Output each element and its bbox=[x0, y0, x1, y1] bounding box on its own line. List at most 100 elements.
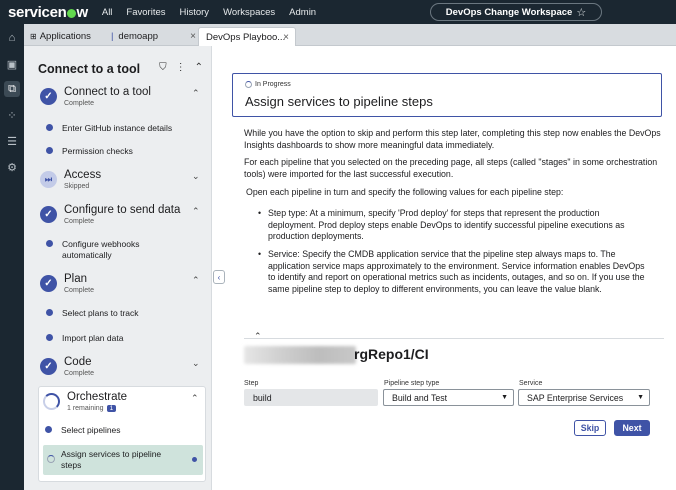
close-tab-applications-icon[interactable]: × bbox=[190, 31, 196, 42]
check-icon: ✓ bbox=[40, 88, 57, 105]
check-icon: ✓ bbox=[40, 275, 57, 292]
pipeline-step-type-value: Build and Test bbox=[392, 392, 448, 403]
in-progress-ring-icon bbox=[43, 393, 60, 410]
workspace-title: DevOps Change Workspace bbox=[445, 6, 573, 18]
tab-applications[interactable]: ⊞ Applications | demoapp × bbox=[28, 27, 202, 46]
check-icon: ✓ bbox=[40, 358, 57, 375]
service-label: Service bbox=[519, 380, 543, 387]
status-line: In Progress bbox=[245, 81, 291, 88]
collapse-all-icon[interactable]: ⌃ bbox=[195, 62, 203, 73]
servicenow-logo[interactable]: servicen w bbox=[8, 4, 88, 21]
substep-label: Configure webhooks automatically bbox=[62, 239, 140, 260]
orchestrate-card: Orchestrate 1 remaining 1 ⌃ Select pipeli… bbox=[38, 386, 206, 482]
logo-text-part-2: w bbox=[76, 3, 88, 21]
intro-paragraph: While you have the option to skip and pe… bbox=[244, 128, 661, 150]
completed-dot-icon bbox=[46, 147, 53, 154]
nav-all[interactable]: All bbox=[102, 7, 113, 18]
substep-label: Assign services to pipeline steps bbox=[61, 449, 162, 470]
completed-dot-icon bbox=[46, 124, 53, 131]
list-icon[interactable]: ☰ bbox=[4, 133, 20, 149]
logo-text-part-1: servicen bbox=[8, 3, 67, 21]
home-icon[interactable]: ⌂ bbox=[4, 30, 20, 46]
sidebar-title: Connect to a tool bbox=[38, 62, 141, 76]
remaining-badge: 1 bbox=[106, 405, 117, 412]
pipeline-step-type-select[interactable]: Build and Test ▼ bbox=[383, 389, 514, 406]
top-navigation-bar: servicen w All Favorites History Workspac… bbox=[0, 0, 676, 24]
sidebar-tools: ⛉ ⋮ ⌃ bbox=[159, 62, 203, 73]
apps-grid-icon[interactable]: ⁘ bbox=[4, 107, 20, 123]
step-status: Skipped bbox=[64, 183, 90, 190]
current-indicator-dot bbox=[192, 457, 197, 462]
step-header-card: In Progress Assign services to pipeline … bbox=[232, 73, 662, 117]
dropdown-caret-icon: ▼ bbox=[637, 394, 644, 401]
step-status: Complete bbox=[64, 370, 94, 377]
dropdown-caret-icon: ▼ bbox=[501, 394, 508, 401]
step-title: Orchestrate bbox=[67, 391, 128, 403]
playbook-sidebar: Connect to a tool ⛉ ⋮ ⌃ ✓ Connect to a t… bbox=[24, 46, 212, 490]
nav-favorites[interactable]: Favorites bbox=[126, 7, 165, 18]
service-value: SAP Enterprise Services bbox=[527, 392, 624, 403]
briefcase-icon[interactable]: ▣ bbox=[4, 56, 20, 72]
main-content: In Progress Assign services to pipeline … bbox=[226, 46, 676, 490]
instructions-paragraph: Open each pipeline in turn and specify t… bbox=[246, 187, 564, 197]
chevron-up-icon[interactable]: ⌃ bbox=[191, 393, 199, 404]
tab-grid-icon: ⊞ bbox=[30, 32, 37, 41]
chevron-down-icon[interactable]: ⌄ bbox=[192, 171, 200, 182]
step-title: Configure to send data bbox=[64, 204, 181, 216]
pipeline-step-type-label: Pipeline step type bbox=[384, 380, 440, 387]
tab-demoapp-label: demoapp bbox=[118, 31, 159, 42]
in-progress-small-icon bbox=[47, 455, 55, 463]
step-readonly-field: build bbox=[244, 389, 378, 406]
substep-assign-services-current[interactable]: Assign services to pipeline steps bbox=[43, 445, 203, 475]
skip-button[interactable]: Skip bbox=[574, 420, 606, 436]
nav-admin[interactable]: Admin bbox=[289, 7, 316, 18]
step-status: Complete bbox=[64, 218, 94, 225]
completed-dot-icon bbox=[46, 240, 53, 247]
left-icon-rail: ⌂ ▣ ⧉ ⁘ ☰ ⚙ bbox=[0, 24, 24, 490]
more-options-icon[interactable]: ⋮ bbox=[176, 62, 186, 73]
completed-dot-icon bbox=[46, 334, 53, 341]
filter-icon[interactable]: ⛉ bbox=[159, 62, 167, 73]
gear-icon[interactable]: ⚙ bbox=[4, 159, 20, 175]
tab-divider: | bbox=[110, 31, 114, 42]
logo-o-dot bbox=[66, 8, 76, 18]
in-progress-icon bbox=[245, 81, 252, 88]
pipeline-repo-name: rgRepo1/CI bbox=[354, 346, 429, 362]
step-status: Complete bbox=[64, 100, 94, 107]
close-tab-playbook-icon[interactable]: × bbox=[283, 32, 289, 43]
step-status: 1 remaining bbox=[67, 405, 104, 412]
collapse-pipeline-chevron-up-icon[interactable]: ⌃ bbox=[254, 331, 262, 342]
completed-dot-icon bbox=[46, 309, 53, 316]
substep-label: Permission checks bbox=[62, 146, 133, 156]
step-title: Plan bbox=[64, 273, 88, 285]
nav-history[interactable]: History bbox=[180, 7, 210, 18]
completed-dot-icon bbox=[45, 426, 52, 433]
star-icon[interactable]: ☆ bbox=[576, 6, 586, 19]
tab-devops-playbook[interactable]: DevOps Playboo... × bbox=[198, 27, 296, 46]
step-status-wrap: 1 remaining 1 bbox=[67, 405, 117, 412]
step-label: Step bbox=[244, 380, 259, 387]
chevron-up-icon[interactable]: ⌃ bbox=[192, 275, 200, 286]
nav-workspaces[interactable]: Workspaces bbox=[223, 7, 275, 18]
service-select[interactable]: SAP Enterprise Services ▼ bbox=[518, 389, 650, 406]
step-title: Connect to a tool bbox=[64, 86, 151, 98]
chevron-up-icon[interactable]: ⌃ bbox=[192, 88, 200, 99]
chevron-down-icon[interactable]: ⌄ bbox=[192, 358, 200, 369]
chevron-up-icon[interactable]: ⌃ bbox=[192, 206, 200, 217]
devops-icon[interactable]: ⧉ bbox=[4, 81, 20, 97]
status-text: In Progress bbox=[255, 81, 291, 88]
bullet-service: Service: Specify the CMDB application se… bbox=[258, 249, 648, 295]
bullet-step-type: Step type: At a minimum, specify 'Prod d… bbox=[258, 208, 648, 243]
collapse-sidebar-button[interactable]: ‹ bbox=[213, 270, 225, 284]
page-title: Assign services to pipeline steps bbox=[245, 94, 433, 109]
step-title: Code bbox=[64, 356, 92, 368]
workspace-pill[interactable]: DevOps Change Workspace ☆ bbox=[430, 3, 602, 21]
next-button[interactable]: Next bbox=[614, 420, 650, 436]
tab-bar: ⊞ Applications | demoapp × DevOps Playbo… bbox=[24, 24, 676, 46]
step-value: build bbox=[253, 392, 272, 403]
tab-applications-label: Applications bbox=[39, 31, 91, 42]
substep-label: Import plan data bbox=[62, 333, 124, 343]
top-nav-menu: All Favorites History Workspaces Admin bbox=[102, 7, 330, 18]
step-title: Access bbox=[64, 169, 102, 181]
substep-label: Select plans to track bbox=[62, 308, 139, 318]
